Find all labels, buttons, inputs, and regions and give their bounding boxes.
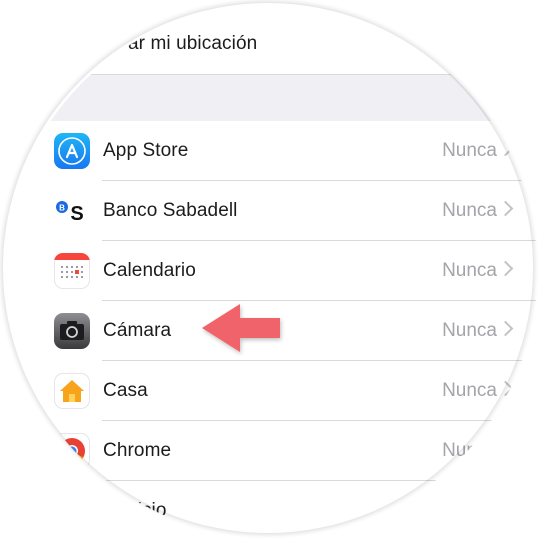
chevron-right-icon [497,260,514,277]
camera-icon [54,313,90,349]
permission-value: Nunca [442,140,497,161]
app-row-ejercicio[interactable]: cicio [0,481,541,541]
permission-value: Nunca [442,320,497,341]
app-row-banco-sabadell[interactable]: B S Banco Sabadell Nunca [0,181,541,241]
app-label: Casa [103,380,148,401]
app-store-icon [54,133,90,169]
share-location-label: ar mi ubicación [128,33,258,54]
app-label: cicio [128,500,167,521]
app-label: Banco Sabadell [103,200,238,221]
svg-text:B: B [59,204,65,213]
permission-value: Nunca [442,440,497,461]
app-row-casa[interactable]: Casa Nunca [0,361,541,421]
app-row-app-store[interactable]: App Store Nunca [0,121,541,181]
chevron-right-icon [497,380,514,397]
permission-value: Nunca [442,200,497,221]
home-icon [54,373,90,409]
chevron-right-icon [497,320,514,337]
app-row-calendario[interactable]: Calendario Nunca [0,241,541,301]
calendar-icon [54,253,90,289]
chevron-right-icon [497,140,514,157]
app-label: Cámara [103,320,172,341]
app-label: Calendario [103,260,196,281]
annotation-arrow [202,304,280,352]
section-gap [0,74,541,123]
chrome-icon [54,433,90,469]
svg-text:S: S [70,203,83,225]
location-settings-screen: ar mi ubicación App Store Nunca B S Banc… [0,0,541,542]
permission-value: Nunca [442,260,497,281]
banco-sabadell-icon: B S [54,193,90,229]
chevron-right-icon [497,200,514,217]
permission-value: Nunca [442,380,497,401]
chevron-right-icon [497,440,514,457]
app-row-chrome[interactable]: Chrome Nunca [0,421,541,481]
app-label: Chrome [103,440,172,461]
share-location-row[interactable]: ar mi ubicación [0,14,541,74]
app-label: App Store [103,140,189,161]
